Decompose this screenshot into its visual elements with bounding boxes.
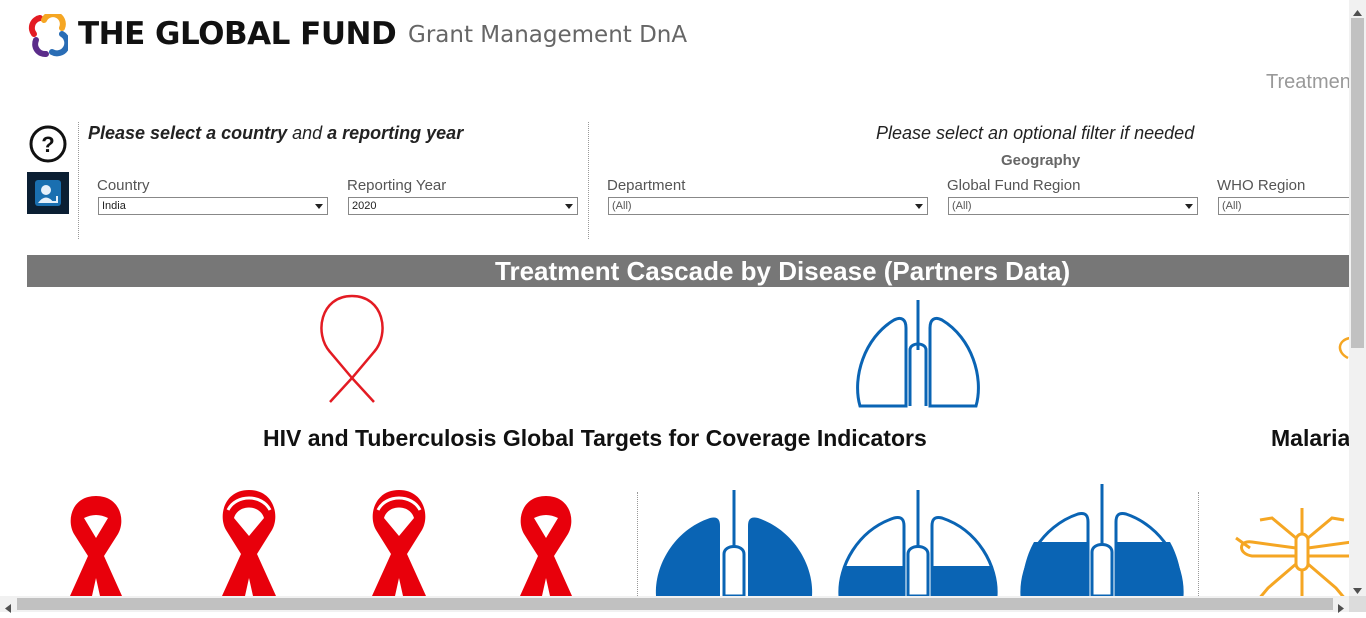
global-fund-logo-icon: [28, 11, 71, 65]
chevron-down-icon: [315, 204, 323, 209]
dashboard-tab-title[interactable]: Treatmen: [1266, 71, 1351, 94]
indicator-divider: [637, 492, 638, 596]
country-value: India: [102, 200, 126, 212]
tb-indicator-lungs-icon: [654, 490, 814, 601]
country-label: Country: [97, 177, 150, 194]
who-region-label: WHO Region: [1217, 177, 1306, 194]
who-region-dropdown[interactable]: (All): [1218, 197, 1349, 215]
malaria-section-title: Malaria: [1271, 425, 1351, 451]
department-value: (All): [612, 200, 632, 212]
brand-name: THE GLOBAL FUND: [78, 16, 397, 52]
prompt-part: and: [287, 123, 328, 143]
banner-title: Treatment Cascade by Disease (Partners D…: [495, 256, 1071, 286]
hiv-tb-section-title: HIV and Tuberculosis Global Targets for …: [263, 425, 927, 451]
svg-text:?: ?: [41, 132, 54, 157]
chevron-down-icon: [565, 204, 573, 209]
gf-region-dropdown[interactable]: (All): [948, 197, 1198, 215]
prompt-part: a reporting year: [327, 123, 464, 143]
hiv-indicator-ribbon-icon: [64, 494, 128, 601]
malaria-mosquito-icon: [1334, 334, 1349, 364]
reporting-year-dropdown[interactable]: 2020: [348, 197, 578, 215]
gf-region-value: (All): [952, 200, 972, 212]
scrollbar-corner: [1349, 596, 1366, 612]
horizontal-scroll-thumb[interactable]: [17, 598, 1333, 610]
country-year-prompt: Please select a country and a reporting …: [88, 123, 463, 144]
scroll-right-arrow-icon[interactable]: [1337, 600, 1345, 618]
filter-divider: [78, 122, 79, 239]
tb-indicator-lungs-icon: [1018, 484, 1186, 601]
prompt-part: Please select a country: [88, 123, 288, 143]
chevron-down-icon: [1185, 204, 1193, 209]
question-circle-icon[interactable]: ?: [28, 124, 68, 169]
scroll-left-arrow-icon[interactable]: [4, 600, 12, 618]
chevron-down-icon: [915, 204, 923, 209]
gf-region-label: Global Fund Region: [947, 177, 1081, 194]
optional-filter-prompt: Please select an optional filter if need…: [876, 123, 1195, 143]
who-region-value: (All): [1222, 200, 1242, 212]
brand-subtitle: Grant Management DnA: [408, 22, 688, 48]
hiv-ribbon-icon: [310, 290, 396, 411]
department-dropdown[interactable]: (All): [608, 197, 928, 215]
vertical-scroll-thumb[interactable]: [1351, 18, 1364, 348]
geography-group-label: Geography: [1001, 152, 1081, 169]
reporting-year-label: Reporting Year: [347, 177, 447, 194]
malaria-indicator-mosquito-icon: [1232, 508, 1349, 596]
country-dropdown[interactable]: India: [98, 197, 328, 215]
department-label: Department: [607, 177, 686, 194]
tb-indicator-lungs-icon: [836, 490, 1000, 601]
filter-divider: [588, 122, 589, 239]
user-portrait-icon[interactable]: [27, 172, 69, 214]
lungs-icon: [854, 298, 984, 415]
hiv-indicator-ribbon-icon: [216, 488, 282, 601]
hiv-indicator-ribbon-icon: [366, 488, 432, 601]
hiv-indicator-ribbon-icon: [514, 494, 578, 601]
reporting-year-value: 2020: [352, 200, 377, 212]
indicator-divider: [1198, 492, 1199, 596]
